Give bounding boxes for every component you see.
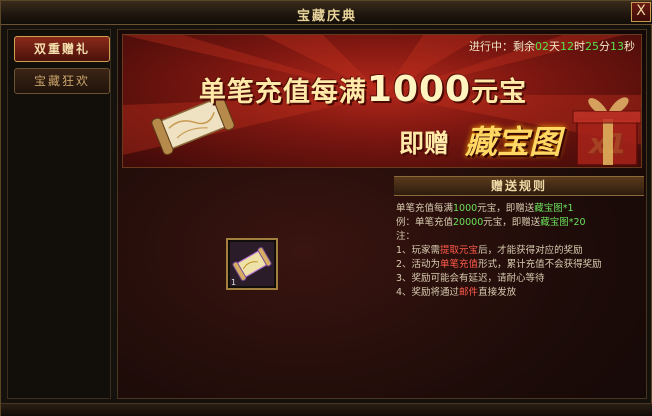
countdown-timer: 进行中：剩余02天12时25分13秒	[469, 38, 635, 54]
rule-line: 例：单笔充值20000元宝，即赠送藏宝图*20	[396, 216, 646, 230]
rule-line: 单笔充值每满1000元宝，即赠送藏宝图*1	[396, 202, 646, 216]
countdown-seconds: 13	[610, 40, 624, 53]
bottom-frame	[1, 403, 652, 416]
close-button[interactable]: X	[631, 2, 651, 22]
note-highlight: 单笔充值	[440, 259, 479, 270]
gift-box-icon	[572, 97, 641, 166]
countdown-minutes: 25	[585, 40, 599, 53]
rule-text: 例：单笔充值	[396, 217, 454, 228]
rule-highlight: 20000	[453, 217, 484, 228]
rule-highlight: 藏宝图*1	[534, 203, 574, 214]
note-text: 4、奖励将通过	[396, 287, 460, 298]
rule-text: 单笔充值每满	[396, 203, 454, 214]
banner-headline-amount: 1000	[366, 69, 472, 110]
title-bar[interactable]: 宝藏庆典 X	[1, 1, 652, 25]
treasure-celebration-window: 宝藏庆典 X 双重赠礼 宝藏狂欢 进行中：剩余02天12时25分13秒 单笔充值…	[0, 0, 652, 416]
countdown-hours: 12	[560, 40, 574, 53]
promo-banner: 进行中：剩余02天12时25分13秒 单笔充值每满1000元宝 即赠 藏宝图 x…	[122, 34, 642, 168]
note-text: 3、奖励可能会有延迟，请耐心等待	[396, 273, 545, 284]
treasure-map-item-icon	[230, 242, 274, 286]
note-text: 直接发放	[478, 287, 517, 298]
countdown-hours-unit: 时	[574, 40, 585, 53]
note-text: 后，才能获得对应的奖励	[478, 245, 583, 256]
tab-double-gift[interactable]: 双重赠礼	[14, 36, 110, 62]
sidebar: 双重赠礼 宝藏狂欢	[7, 29, 111, 399]
note-line: 4、奖励将通过邮件直接发放	[396, 286, 646, 300]
rules-header: 赠送规则	[394, 176, 644, 196]
note-line: 1、玩家需提取元宝后，才能获得对应的奖励	[396, 244, 646, 258]
countdown-days-unit: 天	[549, 40, 560, 53]
tab-treasure-carnival[interactable]: 宝藏狂欢	[14, 68, 110, 94]
note-text: 1、玩家需	[396, 245, 441, 256]
note-highlight: 邮件	[459, 287, 479, 298]
banner-headline: 单笔充值每满1000元宝	[183, 69, 543, 110]
countdown-seconds-unit: 秒	[624, 40, 635, 53]
note-line: 2、活动为单笔充值形式，累计充值不会获得奖励	[396, 258, 646, 272]
rule-highlight: 藏宝图*20	[540, 217, 586, 228]
window-title: 宝藏庆典	[296, 9, 357, 24]
note-text: 形式，累计充值不会获得奖励	[478, 259, 602, 270]
banner-subline-item: 藏宝图	[465, 123, 562, 161]
banner-headline-pre: 单笔充值每满	[198, 77, 367, 108]
note-highlight: 提取元宝	[440, 245, 479, 256]
countdown-minutes-unit: 分	[599, 40, 610, 53]
reward-item-slot[interactable]: 1	[226, 238, 278, 290]
note-text: 2、活动为	[396, 259, 441, 270]
countdown-days: 02	[535, 40, 549, 53]
rule-text: 元宝，即赠送	[483, 217, 541, 228]
rules-text: 单笔充值每满1000元宝，即赠送藏宝图*1 例：单笔充值20000元宝，即赠送藏…	[396, 202, 646, 300]
banner-headline-post: 元宝	[471, 77, 528, 108]
banner-subline-pre: 即赠	[399, 129, 450, 158]
note-line: 3、奖励可能会有延迟，请耐心等待	[396, 272, 646, 286]
rule-highlight: 1000	[453, 203, 478, 214]
note-label: 注：	[396, 231, 416, 242]
main-panel: 进行中：剩余02天12时25分13秒 单笔充值每满1000元宝 即赠 藏宝图 x…	[117, 29, 647, 399]
item-quantity: 1	[231, 278, 237, 287]
countdown-prefix: 进行中：剩余	[469, 40, 535, 53]
rule-text: 元宝，即赠送	[477, 203, 535, 214]
